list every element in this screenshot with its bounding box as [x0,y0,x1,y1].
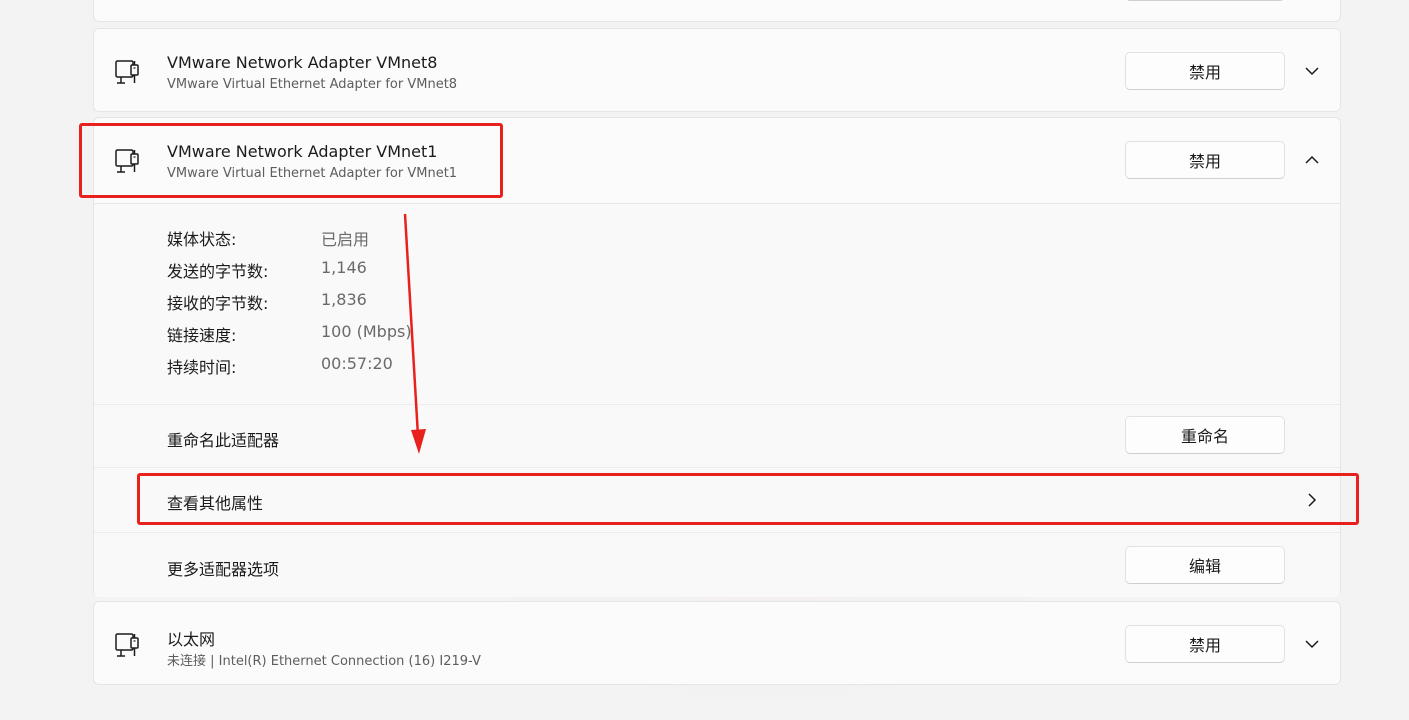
chevron-up-icon[interactable] [1301,149,1323,171]
detail-label: 媒体状态: [167,230,237,249]
adapter-header[interactable]: 以太网 未连接 | Intel(R) Ethernet Connection (… [94,602,1340,686]
detail-value: 00:57:20 [321,354,393,373]
network-adapter-icon [115,60,139,84]
partial-card-button[interactable] [1125,0,1285,1]
chevron-down-icon[interactable] [1301,60,1323,82]
rename-adapter-row: 重命名此适配器 重命名 [94,404,1340,468]
disable-button[interactable]: 禁用 [1125,141,1285,179]
rename-adapter-label: 重命名此适配器 [167,431,280,450]
adapter-card-ethernet: 以太网 未连接 | Intel(R) Ethernet Connection (… [93,601,1341,685]
adapter-card-vmnet8: VMware Network Adapter VMnet8 VMware Vir… [93,28,1341,112]
detail-label: 接收的字节数: [167,294,269,313]
highlight-box-more-properties [137,473,1359,525]
disable-button[interactable]: 禁用 [1125,625,1285,663]
adapter-name: VMware Network Adapter VMnet8 [167,53,438,72]
detail-value: 已启用 [321,230,370,249]
adapter-header[interactable]: VMware Network Adapter VMnet8 VMware Vir… [94,29,1340,113]
detail-label: 发送的字节数: [167,262,269,281]
detail-value: 1,146 [321,258,367,277]
adapter-name: 以太网 [167,630,216,649]
more-adapter-options-row: 更多适配器选项 编辑 [94,532,1340,597]
annotation-arrow [403,213,426,454]
adapter-description: VMware Virtual Ethernet Adapter for VMne… [167,77,458,92]
edit-button[interactable]: 编辑 [1125,546,1285,584]
detail-value: 1,836 [321,290,367,309]
network-adapter-icon [115,633,139,657]
rename-button[interactable]: 重命名 [1125,416,1285,454]
more-adapter-options-label: 更多适配器选项 [167,560,280,579]
adapter-card-partial [93,0,1341,22]
disable-button[interactable]: 禁用 [1125,52,1285,90]
detail-label: 链接速度: [167,326,237,345]
chevron-down-icon[interactable] [1301,633,1323,655]
detail-label: 持续时间: [167,358,237,377]
adapter-details: 媒体状态: 已启用 发送的字节数: 1,146 接收的字节数: 1,836 链接… [94,203,1340,405]
adapter-description: 未连接 | Intel(R) Ethernet Connection (16) … [167,654,481,669]
highlight-box-vmnet1 [79,123,503,198]
